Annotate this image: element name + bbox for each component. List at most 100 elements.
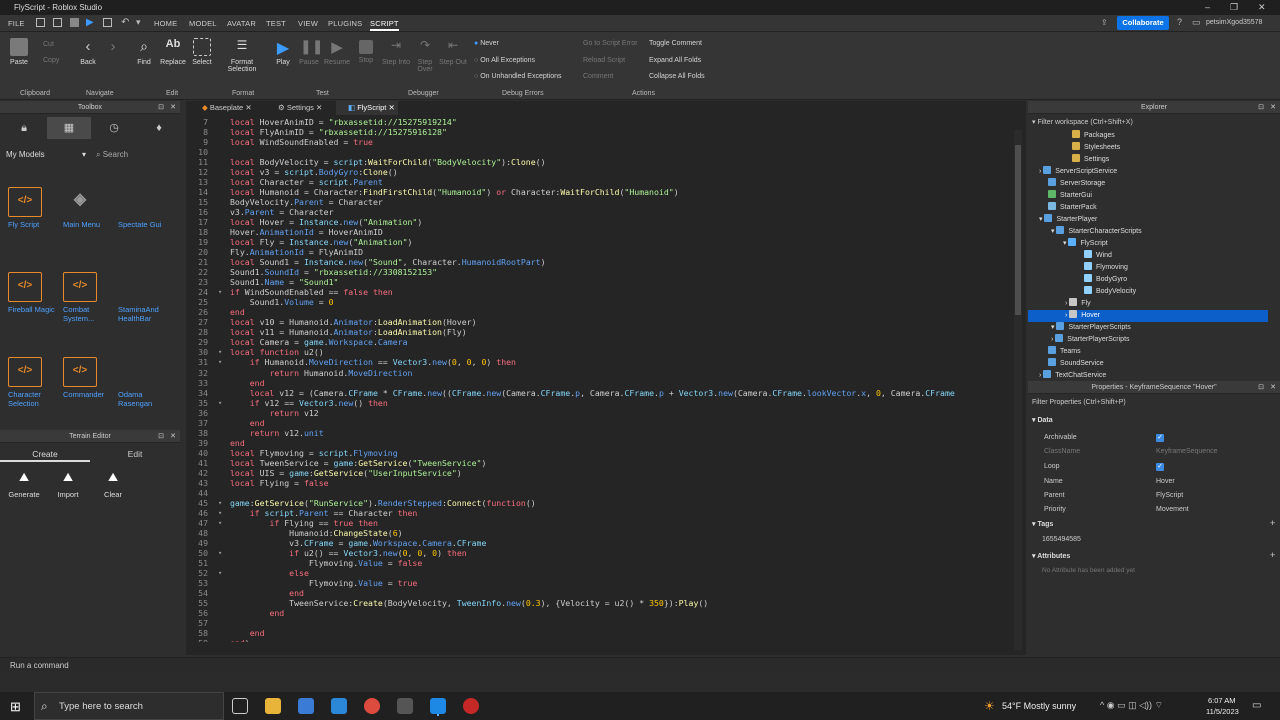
code-line[interactable]: if u2() == Vector3.new(0, 0, 0) then (230, 548, 467, 558)
collaborate-button[interactable]: Collaborate (1117, 16, 1169, 30)
code-line[interactable]: else (230, 568, 309, 578)
fold-icon[interactable]: ▾ (218, 347, 222, 357)
pin-icon[interactable]: ⊡ (1258, 381, 1264, 394)
taskbar-search[interactable]: ⌕ Type here to search (34, 692, 224, 720)
code-line[interactable]: local v3 = script.BodyGyro:Clone() (230, 167, 398, 177)
step-into-button[interactable]: ⇥ Step Into (381, 38, 411, 66)
explorer-item[interactable]: ▾ StarterPlayerScripts (1028, 322, 1268, 334)
code-line[interactable]: Humanoid:ChangeState(6) (230, 528, 402, 538)
code-line[interactable]: Fly.AnimationId = FlyAnimID (230, 247, 363, 257)
property-row[interactable]: Parent FlyScript (1028, 489, 1280, 503)
explorer-item[interactable]: StarterGui (1028, 190, 1268, 202)
property-value[interactable]: FlyScript (1156, 489, 1183, 503)
code-line[interactable]: if Flying == true then (230, 518, 377, 528)
code-line[interactable]: game:GetService("RunService").RenderStep… (230, 498, 536, 508)
tab-baseplate[interactable]: ◆ Baseplate ✕ (190, 101, 264, 115)
code-line[interactable]: v3.Parent = Character (230, 207, 334, 217)
attributes-section[interactable]: ▾ Attributes (1032, 552, 1070, 560)
property-value[interactable]: Movement (1156, 503, 1189, 517)
code-line[interactable]: local FlyAnimID = "rbxassetid://15275916… (230, 127, 447, 137)
username[interactable]: petsimXgod35578 (1206, 19, 1262, 26)
close-icon[interactable]: ✕ (170, 101, 176, 114)
code-line[interactable]: Sound1.SoundId = "rbxassetid://330815215… (230, 267, 437, 277)
code-line[interactable]: end (230, 588, 304, 598)
file-menu[interactable]: FILE (8, 19, 25, 28)
tags-section[interactable]: ▾ Tags (1032, 520, 1053, 528)
code-line[interactable]: local Camera = game.Workspace.Camera (230, 337, 408, 347)
fold-icon[interactable]: ▾ (218, 498, 222, 508)
explorer-item[interactable]: StarterPack (1028, 202, 1268, 214)
explorer-item[interactable]: Wind (1028, 250, 1268, 262)
code-line[interactable]: local UIS = game:GetService("UserInputSe… (230, 468, 462, 478)
maximize-icon[interactable]: ❐ (1230, 2, 1238, 13)
code-line[interactable]: local Character = script.Parent (230, 177, 383, 187)
code-line[interactable]: return v12.unit (230, 428, 324, 438)
windows-start-icon[interactable]: ⊞ (10, 699, 21, 715)
category-dropdown[interactable]: My Models ▾ (6, 147, 90, 162)
explorer-item[interactable]: › ServerScriptService (1028, 166, 1268, 178)
explorer-item[interactable]: ▾ StarterPlayer (1028, 214, 1268, 226)
code-line[interactable]: if script.Parent == Character then (230, 508, 418, 518)
paste-button[interactable]: Paste (2, 38, 36, 66)
explorer-item[interactable]: › Hover (1028, 310, 1268, 322)
checkbox[interactable]: ✓ (1156, 434, 1164, 442)
code-line[interactable]: end (230, 418, 265, 428)
properties-filter-input[interactable]: Filter Properties (Ctrl+Shift+P) (1032, 397, 1276, 409)
explorer-item[interactable]: ServerStorage (1028, 178, 1268, 190)
code-line[interactable]: end (230, 378, 265, 388)
weather-text[interactable]: 54°F Mostly sunny (1002, 701, 1076, 711)
tab-test[interactable]: TEST (266, 19, 286, 28)
property-row[interactable]: ClassName KeyframeSequence (1028, 445, 1280, 459)
code-line[interactable]: return Humanoid.MoveDirection (230, 368, 412, 378)
code-line[interactable]: Flymoving.Value = true (230, 578, 417, 588)
tab-inventory[interactable]: 🔒︎ (2, 117, 46, 139)
code-line[interactable]: if WindSoundEnabled == false then (230, 287, 393, 297)
model-item[interactable]: ◈ Main Menu (63, 187, 118, 229)
explorer-item[interactable]: Teams (1028, 346, 1268, 358)
open-icon[interactable] (53, 18, 62, 27)
close-icon[interactable]: ✕ (316, 103, 322, 112)
toggle-comment-button[interactable]: Toggle Comment (649, 40, 702, 47)
tab-create[interactable]: Create (0, 446, 90, 462)
explorer-item[interactable]: SoundService (1028, 358, 1268, 370)
fold-icon[interactable]: ▾ (218, 568, 222, 578)
code-line[interactable]: Sound1.Volume = 0 (230, 297, 334, 307)
tab-plugins[interactable]: PLUGINS (328, 19, 362, 28)
model-item[interactable]: </> Combat System... (63, 272, 118, 323)
checkbox[interactable]: ✓ (1156, 463, 1164, 471)
close-icon[interactable]: ✕ (170, 430, 176, 443)
tab-recent[interactable]: ◷ (92, 117, 136, 139)
clear-button[interactable]: ⛰ Clear (93, 470, 133, 499)
explorer-item[interactable]: ▾ FlyScript (1028, 238, 1268, 250)
fold-icon[interactable]: ▾ (218, 398, 222, 408)
property-value[interactable]: KeyframeSequence (1156, 445, 1217, 459)
collapse-folds-button[interactable]: Collapse All Folds (649, 73, 705, 80)
code-line[interactable]: v3.CFrame = game.Workspace.Camera.CFrame (230, 538, 486, 548)
code-line[interactable]: BodyVelocity.Parent = Character (230, 197, 383, 207)
model-item[interactable]: StaminaAnd HealthBar (118, 272, 173, 323)
explorer-item[interactable]: ▾ StarterCharacterScripts (1028, 226, 1268, 238)
explorer-item[interactable]: › StarterPlayerScripts (1028, 334, 1268, 346)
explorer-item[interactable]: › Fly (1028, 298, 1268, 310)
tab-flyscript[interactable]: ◧ FlyScript ✕ (336, 101, 398, 115)
model-item[interactable]: </> Fly Script (8, 187, 63, 229)
dropdown-icon[interactable]: ▾ (136, 17, 141, 28)
explorer-filter-input[interactable]: ▾ Filter workspace (Ctrl+Shift+X) (1032, 117, 1276, 129)
step-out-button[interactable]: ⇤ Step Out (438, 38, 468, 66)
code-line[interactable]: end (230, 438, 245, 448)
code-line[interactable]: Hover.AnimationId = HoverAnimID (230, 227, 383, 237)
app-icon[interactable] (397, 698, 413, 714)
code-line[interactable]: local BodyVelocity = script:WaitForChild… (230, 157, 546, 167)
code-line[interactable]: end) (230, 638, 250, 642)
clock-time[interactable]: 6:07 AM (1208, 696, 1236, 705)
explorer-item[interactable]: BodyVelocity (1028, 286, 1268, 298)
code-line[interactable]: local TweenService = game:GetService("Tw… (230, 458, 486, 468)
undo-icon[interactable]: ↶ (121, 17, 129, 28)
explorer-item[interactable]: BodyGyro (1028, 274, 1268, 286)
close-icon[interactable]: ✕ (1258, 2, 1266, 13)
store-icon[interactable] (298, 698, 314, 714)
comment-button[interactable]: Comment (583, 73, 613, 80)
select-button[interactable]: Select (185, 38, 219, 66)
fold-icon[interactable]: ▾ (218, 548, 222, 558)
toolbox-search-input[interactable]: ⌕ Search (96, 147, 176, 162)
